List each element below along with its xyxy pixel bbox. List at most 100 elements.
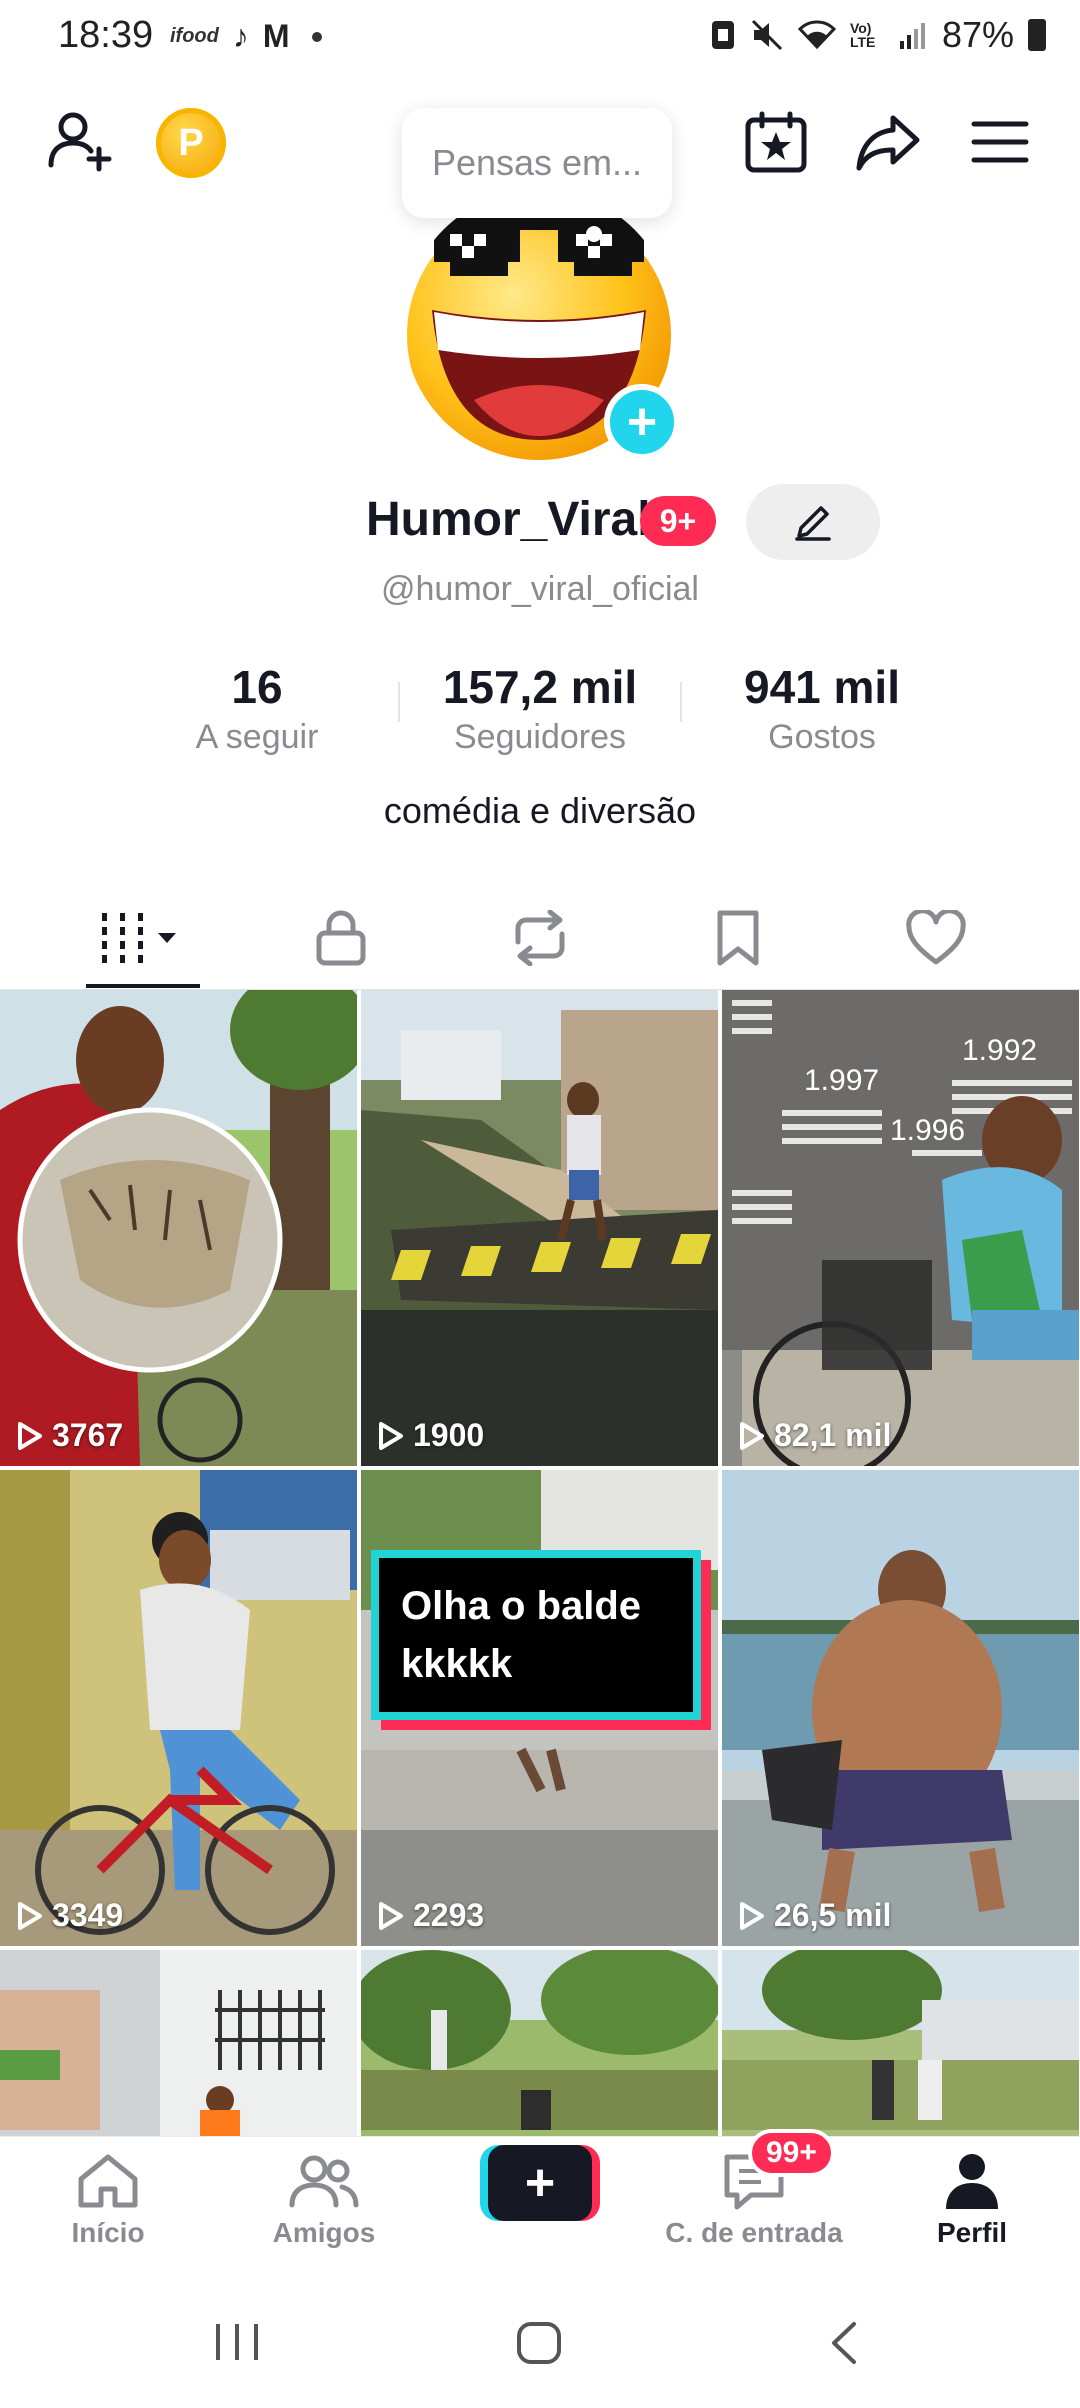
coin-button[interactable]: P: [156, 108, 226, 178]
followers-label: Seguidores: [453, 718, 626, 756]
stat-followers[interactable]: 157,2 mil Seguidores: [400, 660, 680, 757]
view-count: 3349: [16, 1897, 123, 1934]
thumbnail-scene: [0, 990, 357, 1466]
thumbnail-scene: [0, 1470, 357, 1946]
video-thumbnail[interactable]: [361, 1950, 718, 2136]
bookmark-icon: [717, 910, 759, 966]
create-video-button[interactable]: +: [480, 2145, 600, 2221]
calendar-button[interactable]: [734, 100, 818, 184]
video-thumbnail[interactable]: 1.997 1.992 1.996 82,1 mil: [722, 990, 1079, 1466]
profile-tabs: [0, 890, 1080, 990]
view-count-text: 1900: [413, 1417, 485, 1453]
edit-profile-button[interactable]: [746, 484, 880, 560]
thumbnail-scene: [0, 1950, 357, 2136]
view-count-text: 2293: [413, 1897, 485, 1933]
tab-reposts[interactable]: [470, 890, 610, 986]
nav-home[interactable]: Início: [8, 2151, 208, 2249]
view-count: 26,5 mil: [738, 1897, 891, 1934]
video-caption-overlay: Olha o balde kkkkk: [371, 1550, 701, 1720]
video-thumbnail[interactable]: Olha o balde kkkkk 2293: [361, 1470, 718, 1946]
mute-icon: [751, 19, 782, 51]
recent-apps-icon: [216, 2324, 258, 2360]
person-plus-icon: [48, 112, 112, 172]
video-thumbnail[interactable]: [722, 1950, 1079, 2136]
nav-profile[interactable]: Perfil: [872, 2151, 1072, 2249]
video-thumbnail[interactable]: 3767: [0, 990, 357, 1466]
nav-friends[interactable]: Amigos: [224, 2151, 424, 2249]
caption-text: Olha o balde kkkkk: [401, 1584, 642, 1686]
home-system-button[interactable]: [514, 2320, 564, 2371]
video-thumbnail[interactable]: 26,5 mil: [722, 1470, 1079, 1946]
tab-videos[interactable]: [73, 890, 213, 986]
thumbnail-scene: 1.997 1.992 1.996: [722, 990, 1079, 1466]
signal-icon: [899, 23, 925, 49]
thumbnail-scene: [722, 1470, 1079, 1946]
bottom-navigation: Início Amigos + C. de entrada 99+ Perfil: [0, 2129, 1080, 2280]
grid-bars-icon: [102, 913, 176, 963]
coin-letter: P: [178, 121, 204, 164]
pencil-icon: [795, 506, 831, 541]
following-label: A seguir: [195, 718, 319, 756]
volte-label: Vo) LTE: [849, 20, 876, 50]
username-handle: @humor_viral_oficial: [381, 570, 699, 608]
thought-bubble-tail: [586, 226, 602, 242]
video-thumbnail[interactable]: [0, 1950, 357, 2136]
likes-count: 941 mil: [744, 661, 900, 713]
home-square-icon: [517, 2322, 561, 2364]
thought-bubble[interactable]: Pensas em...: [402, 108, 672, 218]
hamburger-menu-icon: [971, 121, 1029, 163]
nav-home-label: Início: [71, 2217, 145, 2248]
thought-bubble-text: Pensas em...: [431, 142, 643, 183]
profile-bio: comédia e diversão: [383, 790, 697, 831]
calendar-star-icon: [745, 111, 807, 173]
nav-inbox-label: C. de entrada: [665, 2217, 843, 2248]
nfc-icon: [711, 21, 734, 49]
year-1996: 1.996: [890, 1114, 965, 1147]
tab-favorites[interactable]: [668, 890, 808, 986]
profile-icon: [946, 2154, 998, 2209]
video-thumbnail[interactable]: 1900: [361, 990, 718, 1466]
notification-dot-icon: [311, 31, 322, 42]
view-count: 3767: [16, 1417, 123, 1454]
wifi-icon: [797, 20, 836, 50]
view-count-text: 3767: [52, 1417, 124, 1453]
back-button[interactable]: [826, 2320, 862, 2371]
view-count: 2293: [377, 1897, 484, 1934]
likes-label: Gostos: [768, 718, 876, 756]
stat-following[interactable]: 16 A seguir: [117, 660, 397, 757]
display-name: Humor_Viral: [366, 493, 651, 546]
play-icon: [18, 1901, 42, 1930]
ifood-icon: ifood: [170, 25, 219, 47]
inbox-badge: 99+: [748, 2129, 835, 2177]
play-icon: [379, 1901, 403, 1930]
following-count: 16: [231, 661, 283, 713]
year-1992: 1.992: [962, 1034, 1037, 1067]
followers-count: 157,2 mil: [442, 661, 638, 713]
video-grid: 3767 1900 1.997 1.992 1.996 82,1 mil 334…: [0, 990, 1080, 2136]
gmail-icon: M: [262, 18, 290, 54]
thumbnail-scene: [722, 1950, 1079, 2136]
heart-icon: [906, 910, 966, 965]
back-chevron-icon: [832, 2322, 856, 2364]
profile-stats: 16 A seguir 157,2 mil Seguidores 941 mil…: [0, 660, 1080, 760]
menu-button[interactable]: [958, 100, 1042, 184]
stat-likes[interactable]: 941 mil Gostos: [682, 660, 962, 757]
video-thumbnail[interactable]: 3349: [0, 1470, 357, 1946]
view-count: 1900: [377, 1417, 484, 1454]
tab-liked[interactable]: [866, 890, 1006, 986]
share-button[interactable]: [846, 100, 930, 184]
play-icon: [379, 1421, 403, 1450]
add-avatar-button[interactable]: +: [604, 384, 680, 460]
view-count-text: 26,5 mil: [774, 1897, 892, 1933]
status-time: 18:39: [58, 14, 154, 56]
share-arrow-icon: [856, 115, 920, 171]
view-count-text: 3349: [52, 1897, 124, 1933]
thumbnail-scene: [361, 990, 718, 1466]
play-icon: [18, 1421, 42, 1450]
add-friend-button[interactable]: [40, 100, 120, 180]
system-navigation-bar: [0, 2280, 1080, 2408]
repost-icon: [515, 910, 565, 966]
recent-apps-button[interactable]: [212, 2320, 262, 2369]
tab-private[interactable]: [271, 890, 411, 986]
name-notification-badge[interactable]: 9+: [640, 496, 716, 546]
